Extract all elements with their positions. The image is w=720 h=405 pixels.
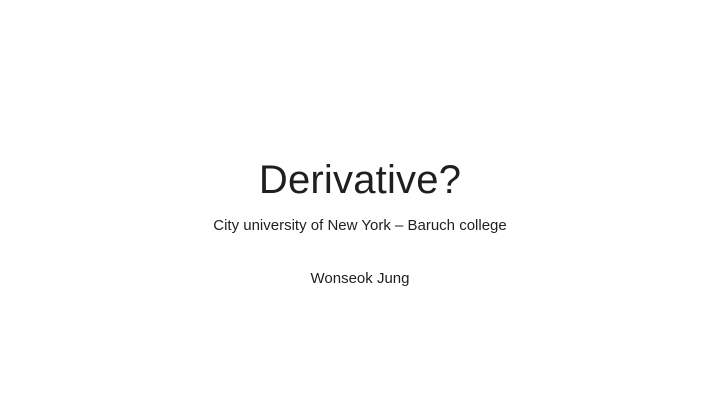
slide-subtitle-author: Wonseok Jung: [310, 270, 410, 287]
slide-subtitle-institution: City university of New York – Baruch col…: [213, 217, 507, 234]
title-slide: Derivative? City university of New York …: [0, 0, 720, 405]
slide-title: Derivative?: [258, 158, 462, 202]
